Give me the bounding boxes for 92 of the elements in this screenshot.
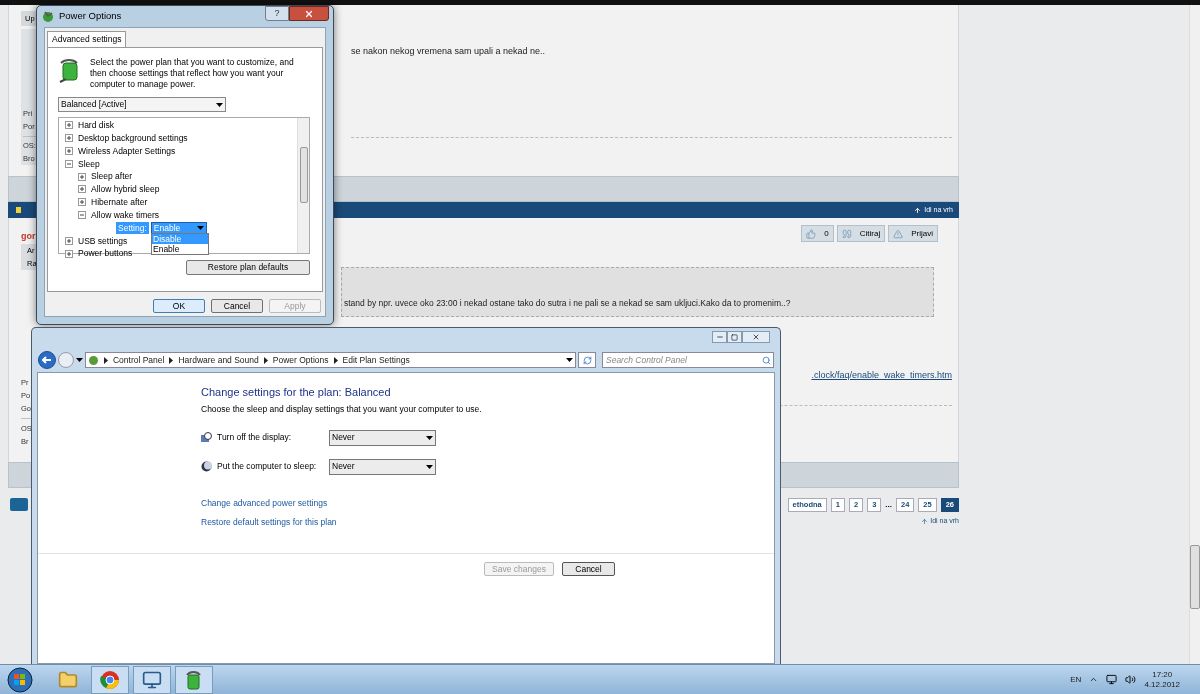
scrollbar-thumb[interactable] [1190, 545, 1200, 609]
close-icon [304, 8, 314, 19]
quote-icon [841, 228, 852, 239]
close-button[interactable] [742, 331, 770, 343]
post-text: se nakon nekog vremena sam upali a nekad ne.. [351, 45, 547, 58]
moon-icon [201, 461, 212, 472]
setting-label: Setting: [116, 221, 149, 235]
dropdown-option[interactable]: Enable [152, 244, 208, 255]
tree-item[interactable]: Wireless Adapter Settings [78, 146, 176, 156]
maximize-button[interactable] [727, 331, 742, 343]
back-icon[interactable] [38, 351, 56, 369]
tree-item[interactable]: USB settings [78, 236, 128, 245]
tree-item[interactable]: Allow hybrid sleep [91, 185, 160, 194]
plan-dropdown[interactable]: Balanced [Active] [58, 97, 226, 112]
quote-text: stand by npr. uvece oko 23:00 i nekad ostane tako do sutra i ne pali se a nekad se sam ukljuci.Kako da to promenim..? [343, 297, 791, 310]
caret-icon [103, 356, 108, 364]
post-action-button[interactable]: Prijavi [888, 225, 938, 242]
refresh-icon [582, 355, 592, 365]
restore-defaults-button[interactable]: Restore plan defaults [186, 260, 310, 275]
tree-item[interactable]: Sleep after [91, 172, 133, 181]
search-icon [762, 355, 771, 365]
expand-icon[interactable] [65, 249, 73, 258]
caret-icon [169, 356, 174, 364]
expand-icon[interactable] [78, 198, 86, 207]
setting-label: Turn off the display: [217, 433, 293, 442]
caret-icon [426, 464, 433, 469]
settings-link[interactable]: Restore default settings for this plan [201, 518, 337, 527]
expand-icon[interactable] [78, 185, 86, 194]
page-subtitle: Choose the sleep and display settings that you want your computer to use. [201, 405, 483, 414]
minimize-button[interactable] [712, 331, 727, 343]
thumbs-up-icon [806, 228, 817, 239]
post-icon [16, 207, 21, 213]
post-action-button[interactable]: Citiraj [836, 225, 886, 242]
post-action-button[interactable]: 0 [801, 225, 834, 242]
form-button[interactable]: Cancel [562, 562, 615, 576]
settings-link[interactable]: Change advanced power settings [201, 498, 328, 507]
volume-icon[interactable] [1125, 674, 1137, 685]
clock[interactable]: 17:20 4.12.2012 [1144, 669, 1180, 690]
expand-icon[interactable] [78, 172, 86, 181]
description-text: Select the power plan that you want to customize, and then choose settings that reflect how you want your computer to manage power. [90, 57, 295, 90]
browser-icon[interactable] [91, 665, 129, 694]
history-caret-icon [75, 358, 83, 362]
dialog-button[interactable]: OK [153, 299, 205, 313]
breadcrumb-item[interactable]: Power Options [272, 355, 329, 365]
expand-icon[interactable] [65, 134, 73, 143]
caret-icon [216, 102, 223, 107]
breadcrumb-item[interactable]: Edit Plan Settings [342, 355, 410, 365]
caret-icon [263, 356, 268, 364]
tree-item[interactable]: Sleep [78, 159, 100, 169]
warning-icon [893, 228, 904, 239]
breadcrumb-item[interactable]: Control Panel [112, 355, 165, 365]
tree-item[interactable]: Desktop background settings [78, 133, 188, 143]
search-field[interactable]: Search Control Panel [602, 352, 774, 368]
collapse-icon[interactable] [78, 210, 86, 219]
setting-dropdown[interactable]: Never [329, 429, 436, 446]
expand-icon[interactable] [65, 121, 73, 130]
close-button[interactable] [289, 6, 329, 21]
show-hidden-icons-icon[interactable] [1089, 675, 1099, 684]
caret-icon [333, 356, 338, 364]
close-icon [752, 333, 760, 341]
setting-label: Put the computer to sleep: [217, 462, 318, 471]
tree-item[interactable]: Hard disk [78, 121, 114, 130]
minimize-icon [715, 333, 724, 341]
tree-item[interactable]: Allow wake timers [91, 210, 160, 220]
address-bar[interactable]: Control Panel Hardware and Sound Power Options Edit Plan Settings [84, 352, 577, 368]
collapse-icon[interactable] [65, 159, 73, 168]
author-name: gor [21, 232, 37, 241]
tab[interactable]: Advanced settings [47, 31, 127, 47]
language-indicator[interactable]: EN [1070, 673, 1082, 686]
caret-icon [196, 225, 204, 230]
expand-icon[interactable] [65, 236, 73, 245]
page-heading: Change settings for the plan: Balanced [201, 387, 392, 398]
tree-item[interactable]: Hibernate after [91, 197, 148, 207]
arrow-up-icon [914, 206, 922, 214]
dialog-button[interactable]: Cancel [211, 299, 263, 313]
expand-icon[interactable] [65, 147, 73, 155]
help-button[interactable]: ? [265, 6, 289, 21]
pagination-ellipsis: ... [885, 499, 892, 511]
network-icon[interactable] [1106, 674, 1118, 685]
breadcrumb-item[interactable]: Hardware and Sound [178, 355, 259, 365]
scrollbar[interactable] [297, 118, 309, 253]
post-link[interactable]: .clock/faq/enable_wake_timers.htm [811, 369, 952, 383]
setting-dropdown[interactable]: Never [329, 458, 436, 475]
window-title: Power Options [59, 9, 122, 24]
dropdown-caret-icon [566, 358, 574, 362]
caret-icon [426, 435, 433, 440]
battery-plug-icon[interactable] [175, 665, 213, 694]
arrow-up-icon [921, 517, 929, 525]
maximize-icon [731, 333, 738, 341]
monitor-clock-icon [201, 432, 212, 443]
tree-item[interactable]: Power buttons [78, 249, 133, 258]
refresh-button[interactable] [578, 352, 596, 368]
